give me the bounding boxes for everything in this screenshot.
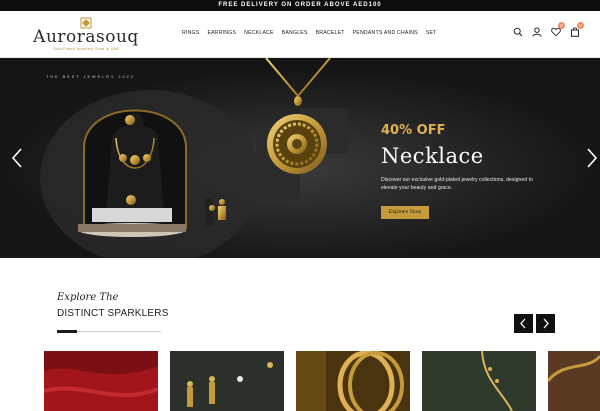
nav-item-rings[interactable]: RINGS bbox=[182, 30, 199, 40]
search-button[interactable] bbox=[513, 27, 523, 37]
chevron-left-icon bbox=[520, 318, 526, 329]
nav-item-earrings[interactable]: EARRINGS bbox=[207, 30, 236, 40]
chevron-right-icon bbox=[587, 148, 598, 168]
hero-kicker: THE BEST JEWELRY 2022 bbox=[46, 75, 135, 79]
category-tile[interactable] bbox=[422, 351, 536, 411]
carousel-next-button[interactable] bbox=[536, 314, 555, 333]
account-button[interactable] bbox=[532, 27, 542, 37]
category-tile[interactable] bbox=[44, 351, 158, 411]
cart-count-badge: 0 bbox=[577, 22, 584, 29]
hero-description: Discover our exclusive gold-plated jewel… bbox=[381, 177, 533, 191]
category-tile[interactable] bbox=[170, 351, 284, 411]
chevron-right-icon bbox=[543, 318, 549, 329]
category-tile[interactable] bbox=[548, 351, 600, 411]
category-tile[interactable] bbox=[296, 351, 410, 411]
site-header: Aurorasouq Gold-Plated Jewellery Store I… bbox=[0, 11, 600, 58]
category-image bbox=[422, 351, 536, 411]
explore-now-button[interactable]: Explore Now bbox=[381, 206, 429, 219]
announcement-bar: FREE DELIVERY ON ORDER ABOVE AED100 bbox=[0, 0, 600, 11]
nav-item-necklace[interactable]: NECKLACE bbox=[244, 30, 274, 40]
hero-banner: THE BEST JEWELRY 2022 40% OFF Necklace D… bbox=[0, 58, 600, 258]
user-icon bbox=[532, 27, 542, 37]
hero-artwork bbox=[0, 58, 600, 258]
nav-item-set[interactable]: SET bbox=[426, 30, 437, 40]
main-nav: RINGS EARRINGS NECKLACE BANGLES BRACELET… bbox=[182, 30, 445, 40]
brand-logo[interactable]: Aurorasouq Gold-Plated Jewellery Store I… bbox=[31, 17, 141, 53]
section-subtitle: Explore The bbox=[57, 292, 119, 303]
category-image bbox=[296, 351, 410, 411]
chevron-left-icon bbox=[11, 148, 22, 168]
section-title: DISTINCT SPARKLERS bbox=[57, 308, 169, 319]
hero-prev-button[interactable] bbox=[10, 146, 24, 170]
nav-item-pendants-and-chains[interactable]: PENDANTS AND CHAINS bbox=[353, 30, 418, 40]
cart-button[interactable]: 0 bbox=[570, 22, 584, 37]
category-image bbox=[170, 351, 284, 411]
search-icon bbox=[513, 27, 523, 37]
hero-discount: 40% OFF bbox=[381, 123, 446, 138]
header-actions: 0 0 bbox=[513, 22, 584, 37]
wishlist-count-badge: 0 bbox=[558, 22, 565, 29]
category-image bbox=[44, 351, 158, 411]
hero-title: Necklace bbox=[381, 144, 484, 168]
nav-item-bangles[interactable]: BANGLES bbox=[282, 30, 308, 40]
nav-item-bracelet[interactable]: BRACELET bbox=[316, 30, 345, 40]
section-divider-accent bbox=[57, 330, 77, 333]
brand-name: Aurorasouq bbox=[33, 27, 139, 47]
hero-next-button[interactable] bbox=[585, 146, 599, 170]
category-image bbox=[548, 351, 600, 411]
wishlist-button[interactable]: 0 bbox=[551, 22, 565, 37]
carousel-prev-button[interactable] bbox=[514, 314, 533, 333]
brand-tagline: Gold-Plated Jewellery Store In UAE bbox=[53, 47, 119, 51]
